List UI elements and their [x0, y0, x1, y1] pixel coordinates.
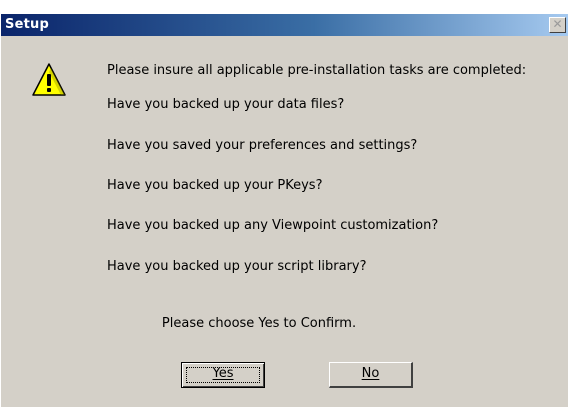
confirm-text: Please choose Yes to Confirm.: [161, 316, 357, 331]
question-script-library: Have you backed up your script library?: [107, 259, 367, 274]
no-button-label: No: [361, 366, 380, 381]
yes-button[interactable]: Yes: [181, 362, 265, 388]
no-button[interactable]: No: [329, 362, 413, 388]
window-title: Setup: [5, 17, 49, 32]
close-button[interactable]: ✕: [549, 17, 566, 33]
question-preferences: Have you saved your preferences and sett…: [107, 138, 418, 153]
title-bar[interactable]: Setup ✕: [1, 14, 568, 36]
intro-text: Please insure all applicable pre-install…: [107, 63, 527, 78]
warning-icon: [32, 63, 66, 96]
question-pkeys: Have you backed up your PKeys?: [107, 178, 323, 193]
question-data-files: Have you backed up your data files?: [107, 97, 345, 112]
setup-dialog: Setup ✕ Please insure all applicable pre…: [0, 14, 568, 407]
question-viewpoint: Have you backed up any Viewpoint customi…: [107, 218, 439, 233]
yes-button-label: Yes: [212, 366, 234, 381]
close-icon: ✕: [552, 17, 563, 31]
